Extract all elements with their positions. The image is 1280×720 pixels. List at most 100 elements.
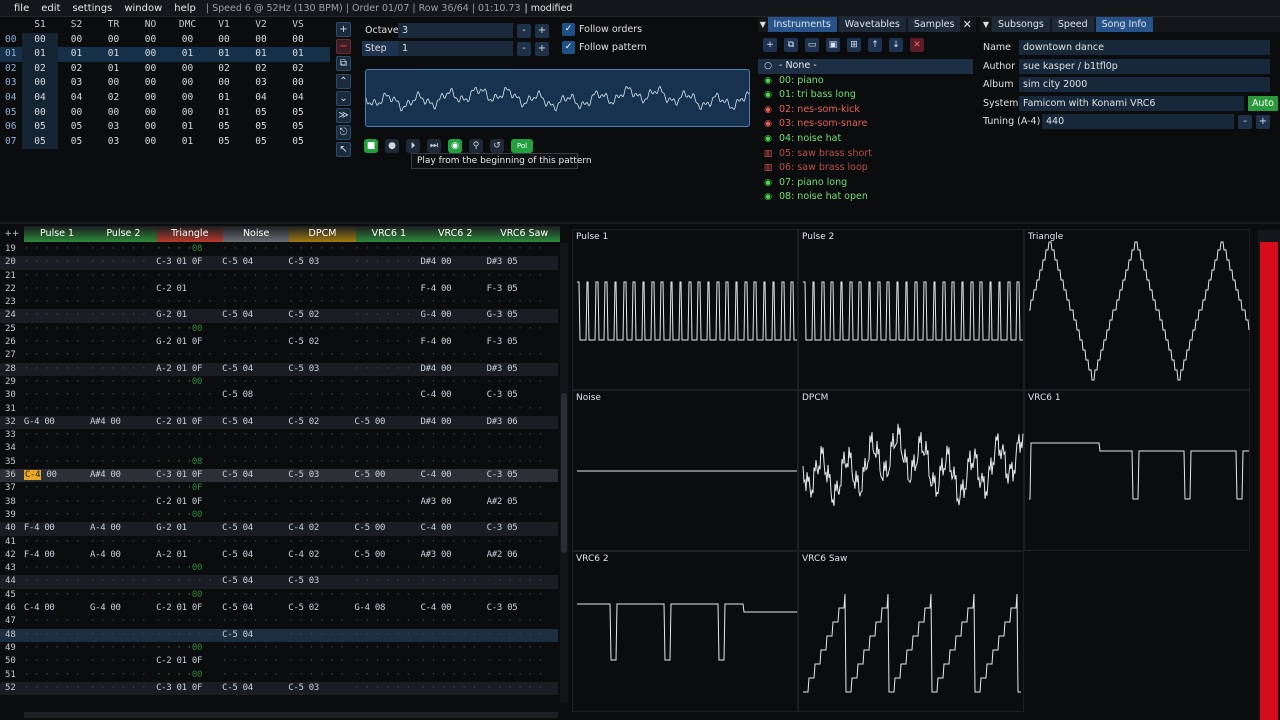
pattern-row[interactable]: 39 · · · · · · · · · · · · · · · ·00 · · · ·… — [0, 509, 558, 522]
pattern-cell[interactable]: · · · · · · — [354, 270, 420, 283]
pattern-cell[interactable]: · · · · · · — [354, 349, 420, 362]
pattern-row[interactable]: 35 · · · · · · · · · · · · · · · ·08 · · · ·… — [0, 456, 558, 469]
duplicate-icon[interactable]: ⧉ — [784, 38, 798, 52]
pattern-cell[interactable]: C-5 04 — [222, 309, 288, 322]
order-cell[interactable]: 02 — [22, 61, 58, 77]
order-cell[interactable]: 00 — [132, 91, 169, 106]
order-cell[interactable]: 01 — [95, 47, 132, 62]
pattern-cell[interactable]: C-5 02 — [288, 336, 354, 349]
menu-edit[interactable]: edit — [35, 0, 66, 17]
pattern-cell[interactable]: · · · · · · — [222, 642, 288, 655]
order-cell[interactable]: 01 — [280, 47, 316, 62]
pattern-cell[interactable]: · · · · · · — [24, 243, 90, 256]
pattern-cell[interactable]: · · · · · · — [288, 376, 354, 389]
pattern-row[interactable]: 41 · · · · · · · · · · · · · · · · · · · · ·… — [0, 536, 558, 549]
order-cell[interactable]: 05 — [280, 106, 316, 121]
pattern-cell[interactable]: A-4 00 — [90, 549, 156, 562]
duplicate-order-icon[interactable]: ⧉ — [336, 56, 351, 72]
pattern-cell[interactable]: D#3 05 — [487, 363, 558, 376]
pattern-cell[interactable]: · · · · · · — [421, 482, 487, 495]
pattern-cell[interactable]: C-3 05 — [487, 469, 558, 482]
order-cell[interactable]: 05 — [206, 135, 242, 150]
pattern-cell[interactable]: · · · · · · — [90, 575, 156, 588]
step-increase-button[interactable]: + — [535, 41, 549, 56]
order-cell[interactable]: 01 — [95, 62, 132, 77]
pattern-row[interactable]: 29 · · · · · · · · · · · · · · · ·00 · · · ·… — [0, 376, 558, 389]
add-order-icon[interactable]: + — [336, 22, 351, 37]
order-cell[interactable]: 00 — [95, 33, 132, 48]
pattern-row[interactable]: 49 · · · · · · · · · · · · · · · ·00 · · · ·… — [0, 642, 558, 655]
pattern-cell[interactable]: · · · · · · — [288, 270, 354, 283]
pattern-cell[interactable]: · · · · · · — [354, 456, 420, 469]
pattern-cell[interactable]: A#3 00 — [421, 549, 487, 562]
pattern-cell[interactable]: · · · · · · — [24, 655, 90, 668]
pattern-cell[interactable]: · · · · · · — [288, 482, 354, 495]
pattern-row[interactable]: 19 · · · · · · · · · · · · · · · ·08 · · · ·… — [0, 243, 558, 256]
move-up-icon[interactable]: ⌃ — [336, 73, 351, 89]
step-icon[interactable]: ⏭ — [427, 139, 441, 153]
pattern-cell[interactable]: · · · · · · — [421, 442, 487, 455]
pattern-cell[interactable]: · · · · · · — [288, 509, 354, 522]
pattern-row[interactable]: 38 · · · · · · · · · · · · C-2 01 0F · · · ·… — [0, 496, 558, 509]
pattern-cell[interactable]: · · · · · · — [222, 283, 288, 296]
pattern-cell[interactable]: · · · ·00 — [156, 376, 222, 389]
move-up-icon[interactable]: ↑ — [868, 38, 882, 52]
pattern-row[interactable]: 34 · · · · · · · · · · · · · · · · · · · · ·… — [0, 442, 558, 455]
order-cell[interactable]: 00 — [132, 106, 169, 121]
channel-header-triangle[interactable]: Triangle — [156, 226, 223, 242]
pattern-cell[interactable]: C-3 05 — [487, 602, 558, 615]
pattern-cell[interactable]: · · · · · · — [354, 336, 420, 349]
pattern-cell[interactable]: · · · · · · — [24, 442, 90, 455]
play-button[interactable]: ● — [385, 139, 399, 153]
pattern-cell[interactable]: · · · · · · — [90, 389, 156, 402]
pattern-cell[interactable]: · · · · · · — [354, 682, 420, 695]
pattern-cell[interactable]: · · · · · · — [222, 496, 288, 509]
pattern-cell[interactable]: · · · · · · — [222, 655, 288, 668]
pattern-cell[interactable]: A#2 06 — [487, 549, 558, 562]
pattern-cell[interactable]: · · · · · · — [24, 562, 90, 575]
pattern-cell[interactable]: · · · · · · — [24, 482, 90, 495]
pattern-cell[interactable]: · · · · · · — [222, 562, 288, 575]
save-icon[interactable]: ▣ — [826, 38, 840, 52]
pattern-cell[interactable]: · · · · · · — [354, 536, 420, 549]
pattern-cell[interactable]: F-4 00 — [421, 336, 487, 349]
pattern-cell[interactable]: G-3 05 — [487, 309, 558, 322]
pattern-cell[interactable]: · · · · · · — [90, 442, 156, 455]
pattern-cell[interactable]: · · · · · · — [24, 629, 90, 642]
pattern-cell[interactable]: · · · · · · — [24, 669, 90, 682]
pattern-row[interactable]: 26 · · · · · · · · · · · · G-2 01 0F · · · ·… — [0, 336, 558, 349]
auto-button[interactable]: Auto — [1247, 95, 1278, 111]
pattern-cell[interactable]: C-3 05 — [487, 522, 558, 535]
pattern-cell[interactable]: C-5 02 — [288, 602, 354, 615]
pattern-cell[interactable]: C-5 00 — [354, 416, 420, 429]
pattern-cell[interactable]: · · · · · · — [288, 642, 354, 655]
pattern-cell[interactable]: · · · ·08 — [156, 243, 222, 256]
order-cell[interactable]: 00 — [132, 135, 169, 150]
pattern-cell[interactable]: · · · · · · — [24, 536, 90, 549]
pattern-cell[interactable]: · · · · · · — [90, 376, 156, 389]
pattern-cell[interactable]: F-3 05 — [487, 336, 558, 349]
order-cell[interactable]: 04 — [22, 90, 58, 106]
metronome-icon[interactable]: ⚲ — [469, 139, 483, 153]
tab-speed[interactable]: Speed — [1051, 17, 1094, 32]
pattern-cell[interactable]: D#4 00 — [421, 416, 487, 429]
pattern-cell[interactable]: G-2 01 — [156, 309, 222, 322]
order-cell[interactable]: 01 — [169, 135, 206, 150]
pattern-cell[interactable]: · · · · · · — [222, 589, 288, 602]
pattern-cell[interactable]: · · · ·00 — [156, 562, 222, 575]
order-cell[interactable]: 01 — [206, 47, 242, 62]
pattern-cell[interactable]: C-5 03 — [288, 256, 354, 269]
order-cell[interactable]: 04 — [280, 91, 316, 106]
pattern-cell[interactable]: · · · · · · — [354, 496, 420, 509]
pattern-cell[interactable]: · · · · · · — [222, 482, 288, 495]
pattern-cell[interactable]: · · · · · · — [354, 615, 420, 628]
pattern-cell[interactable]: · · · · · · — [421, 456, 487, 469]
pattern-row[interactable]: 20 · · · · · · · · · · · · C-3 01 0F C-5 04 C… — [0, 256, 558, 270]
author-input[interactable]: sue kasper / b1tfl0p — [1019, 58, 1270, 74]
order-cell[interactable]: 00 — [22, 32, 58, 48]
pattern-cell[interactable]: · · · · · · — [354, 296, 420, 309]
pattern-cell[interactable]: · · · · · · — [421, 429, 487, 442]
pattern-cell[interactable]: · · · · · · — [487, 575, 558, 588]
pattern-cell[interactable]: · · · · · · — [487, 536, 558, 549]
pattern-cell[interactable]: · · · · · · — [288, 456, 354, 469]
